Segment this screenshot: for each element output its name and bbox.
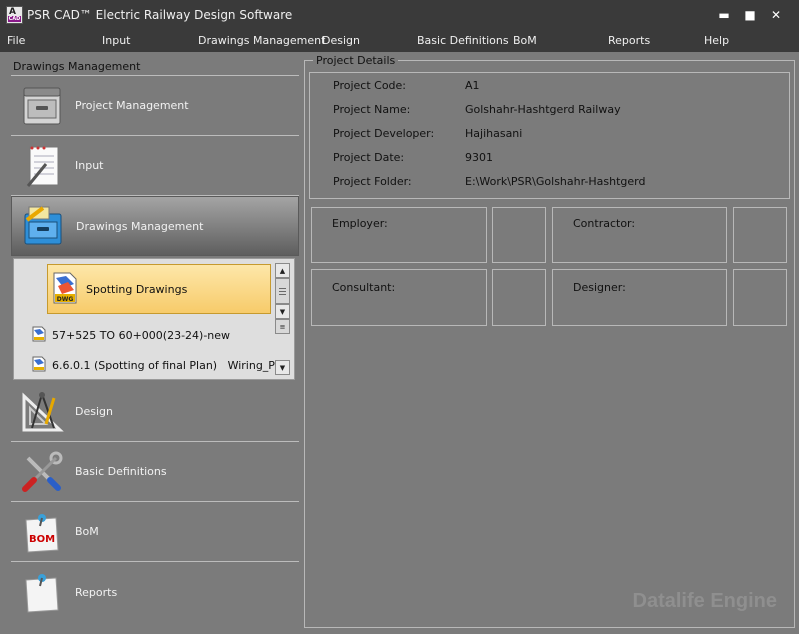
menu-reports[interactable]: Reports (608, 34, 650, 47)
nav-basic-definitions[interactable]: Basic Definitions (11, 442, 299, 502)
bom-note-icon: BOM (19, 509, 65, 555)
scroll-up-icon[interactable]: ▲ (275, 263, 290, 278)
tools-icon (19, 449, 65, 495)
contractor-box: Contractor: (552, 207, 727, 263)
nav-design[interactable]: Design (11, 382, 299, 442)
designer-logo-box[interactable] (733, 269, 787, 326)
maximize-button[interactable]: ■ (737, 6, 763, 24)
scroll-thumb[interactable] (275, 278, 290, 304)
employer-logo-box[interactable] (492, 207, 546, 263)
nav-label: Basic Definitions (75, 465, 167, 478)
nav-panel-heading: Drawings Management (13, 60, 141, 73)
project-developer-value: Hajihasani (465, 127, 523, 140)
dwg-small-icon (32, 356, 46, 375)
drawing-file-row[interactable]: 57+525 TO 60+000(23-24)-new (32, 326, 230, 344)
project-developer-label: Project Developer: (333, 127, 435, 140)
project-date-label: Project Date: (333, 151, 405, 164)
employer-box: Employer: (311, 207, 487, 263)
project-code-value: A1 (465, 79, 480, 92)
nav-drawings-management[interactable]: Drawings Management (11, 196, 299, 256)
scroll-down-bottom-icon[interactable]: ▼ (275, 360, 290, 375)
drawing-file-name: 6.6.0.1 (Spotting of final Plan) Wiring_… (52, 358, 287, 372)
project-details-label: Project Details (313, 54, 399, 67)
cabinet-pencil-icon (20, 203, 66, 249)
nav-label: Reports (75, 585, 118, 599)
dwg-icon-text: DWG (57, 296, 74, 303)
consultant-box: Consultant: (311, 269, 487, 326)
window-controls: ▬ ■ ✕ (711, 6, 789, 24)
app-icon[interactable]: A CAD (6, 6, 23, 24)
drafting-tools-icon (19, 389, 65, 435)
navigation-panel: Drawings Management Project Management I… (7, 56, 299, 628)
designer-label: Designer: (573, 281, 626, 294)
menu-design[interactable]: Design (322, 34, 360, 47)
nav-bom[interactable]: BOM BoM (11, 502, 299, 562)
project-date-value: 9301 (465, 151, 493, 164)
title-bar: A CAD PSR CAD™ Electric Railway Design S… (0, 0, 799, 30)
consultant-logo-box[interactable] (492, 269, 546, 326)
scroll-down-icon[interactable]: ▼ (275, 304, 290, 319)
close-button[interactable]: ✕ (763, 6, 789, 24)
project-code-label: Project Code: (333, 79, 406, 92)
cabinet-icon (19, 83, 65, 129)
scroll-page-thumb[interactable]: ≡ (275, 319, 290, 334)
menu-bom[interactable]: BoM (513, 34, 537, 47)
notepad-icon (19, 143, 65, 189)
menu-file[interactable]: File (7, 34, 25, 47)
menu-help[interactable]: Help (704, 34, 729, 47)
project-folder-value: E:\Work\PSR\Golshahr-Hashtgerd (465, 175, 646, 188)
dwg-small-icon (32, 326, 46, 345)
drawings-list-panel: DWG Spotting Drawings 57+525 TO 60+000(2… (13, 258, 295, 380)
spotting-drawings-label: Spotting Drawings (86, 282, 188, 296)
project-details-group: Project Details Project Code: A1 Project… (304, 54, 795, 628)
menu-drawings-management[interactable]: Drawings Management (198, 34, 325, 47)
watermark-text: Datalife Engine (632, 590, 777, 612)
menu-basic-definitions[interactable]: Basic Definitions (417, 34, 509, 47)
project-name-label: Project Name: (333, 103, 411, 116)
nav-label: Drawings Management (76, 219, 204, 233)
note-pin-icon (19, 569, 65, 615)
drawing-file-name: 57+525 TO 60+000(23-24)-new (52, 328, 231, 342)
spotting-drawings-item[interactable]: DWG Spotting Drawings (47, 264, 271, 314)
menu-input[interactable]: Input (102, 34, 130, 47)
minimize-button[interactable]: ▬ (711, 6, 737, 24)
nav-project-management[interactable]: Project Management (11, 76, 299, 136)
nav-label: BoM (75, 525, 99, 538)
nav-label: Input (75, 159, 104, 172)
nav-label: Project Management (75, 99, 189, 112)
contractor-label: Contractor: (573, 217, 636, 230)
designer-box: Designer: (552, 269, 727, 326)
nav-label: Design (75, 405, 113, 418)
employer-label: Employer: (332, 217, 388, 230)
drawing-file-row[interactable]: 6.6.0.1 (Spotting of final Plan) Wiring_… (32, 356, 286, 374)
drawings-scrollbar[interactable]: ▲ ▼ ≡ ▼ (275, 263, 290, 375)
nav-input[interactable]: Input (11, 136, 299, 196)
contractor-logo-box[interactable] (733, 207, 787, 263)
bom-badge-text: BOM (29, 534, 55, 545)
app-icon-sub: CAD (8, 16, 21, 22)
window-title: PSR CAD™ Electric Railway Design Softwar… (27, 8, 293, 22)
menu-bar: File Input Drawings Management Design Ba… (0, 30, 799, 52)
dwg-file-icon: DWG (52, 272, 78, 307)
project-name-value: Golshahr-Hashtgerd Railway (465, 103, 621, 116)
consultant-label: Consultant: (332, 281, 396, 294)
project-folder-label: Project Folder: (333, 175, 412, 188)
nav-reports[interactable]: Reports (11, 562, 299, 622)
project-details-box: Project Code: A1 Project Name: Golshahr-… (309, 72, 790, 199)
